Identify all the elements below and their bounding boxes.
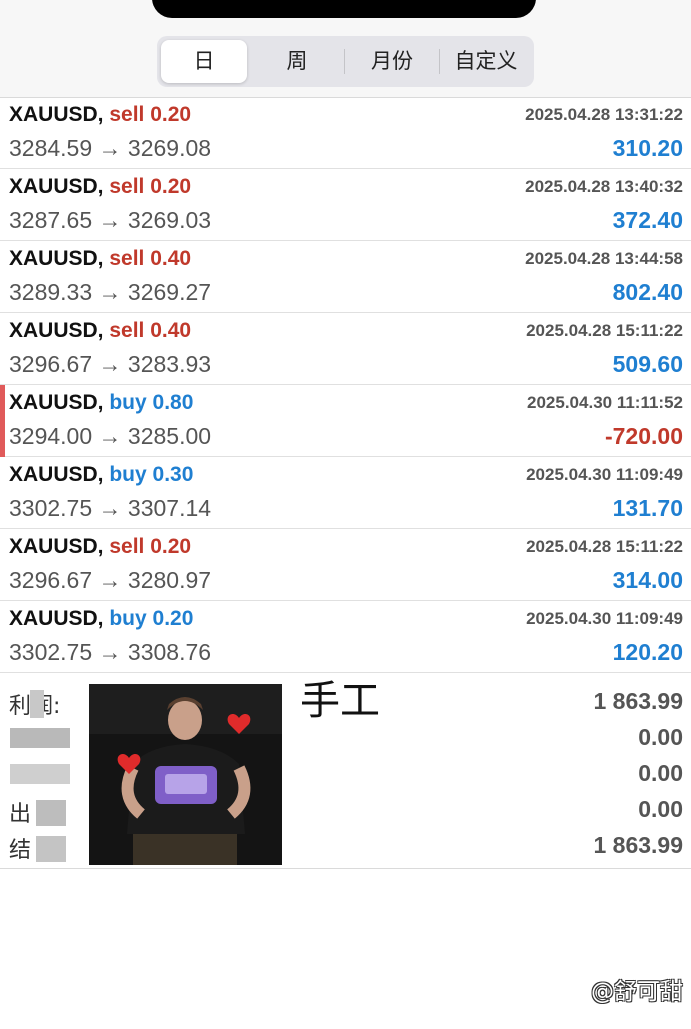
- open-price: 3284.59: [9, 135, 93, 161]
- trade-time: 2025.04.28 13:31:22: [525, 105, 683, 124]
- trade-symbol: XAUUSD,: [9, 391, 104, 414]
- trade-time: 2025.04.28 15:11:22: [526, 321, 683, 340]
- close-price: 3308.76: [127, 639, 212, 665]
- trade-volume: 0.20: [152, 607, 194, 630]
- close-price: 3269.27: [127, 279, 212, 305]
- trade-volume: 0.40: [150, 319, 192, 342]
- arrow-icon: →: [98, 423, 122, 449]
- arrow-icon: →: [98, 207, 122, 233]
- trade-symbol: XAUUSD,: [9, 103, 104, 126]
- trade-time: 2025.04.28 13:40:32: [525, 177, 683, 196]
- close-price: 3283.93: [127, 351, 212, 377]
- trade-side: buy: [109, 607, 147, 630]
- trade-time: 2025.04.28 13:44:58: [525, 249, 683, 268]
- trade-row[interactable]: XAUUSD, sell 0.20 2025.04.28 13:31:22 32…: [0, 97, 691, 169]
- period-segmented-control: 日 周 月份 自定义: [157, 36, 534, 87]
- close-price: 3307.14: [127, 495, 212, 521]
- trade-row[interactable]: XAUUSD, buy 0.30 2025.04.30 11:09:49 330…: [0, 457, 691, 529]
- tab-month[interactable]: 月份: [347, 40, 437, 83]
- trade-volume: 0.40: [150, 247, 192, 270]
- summary-value-balance: 1 863.99: [593, 832, 683, 858]
- segment-divider: [439, 49, 440, 74]
- open-price: 3289.33: [9, 279, 93, 305]
- trade-profit: 120.20: [612, 639, 683, 665]
- trade-volume: 0.20: [150, 103, 192, 126]
- trade-row[interactable]: XAUUSD, sell 0.40 2025.04.28 15:11:22 32…: [0, 313, 691, 385]
- handwritten-note: 手工: [300, 678, 380, 724]
- top-bar: 日 周 月份 自定义: [0, 0, 691, 97]
- trade-symbol: XAUUSD,: [9, 247, 104, 270]
- arrow-icon: →: [98, 351, 122, 377]
- trade-side: sell: [109, 319, 145, 342]
- trade-side: sell: [109, 535, 145, 558]
- summary-label: 出: [9, 802, 32, 827]
- segment-divider: [344, 49, 345, 74]
- trade-symbol: XAUUSD,: [9, 463, 104, 486]
- arrow-icon: →: [98, 135, 122, 161]
- arrow-icon: →: [98, 279, 122, 305]
- trade-profit: 802.40: [612, 279, 683, 305]
- open-price: 3287.65: [9, 207, 93, 233]
- trade-row[interactable]: XAUUSD, sell 0.20 2025.04.28 15:11:22 32…: [0, 529, 691, 601]
- mosaic-blur: [36, 836, 66, 862]
- trade-time: 2025.04.30 11:09:49: [526, 609, 683, 628]
- trade-volume: 0.20: [150, 175, 192, 198]
- summary-value: 0.00: [638, 760, 683, 786]
- tab-custom[interactable]: 自定义: [441, 40, 531, 83]
- arrow-icon: →: [98, 567, 122, 593]
- trade-time: 2025.04.30 11:11:52: [527, 393, 683, 412]
- arrow-icon: →: [98, 639, 122, 665]
- mosaic-blur: [10, 728, 70, 748]
- device-notch: [152, 0, 536, 18]
- summary-value-profit: 1 863.99: [593, 688, 683, 714]
- trade-history-list: XAUUSD, sell 0.20 2025.04.28 13:31:22 32…: [0, 97, 691, 673]
- arrow-icon: →: [98, 495, 122, 521]
- trade-profit: 131.70: [612, 495, 683, 521]
- mosaic-blur: [36, 800, 66, 826]
- trade-profit: 372.40: [612, 207, 683, 233]
- mosaic-blur: [30, 690, 44, 718]
- close-price: 3285.00: [127, 423, 212, 449]
- trade-symbol: XAUUSD,: [9, 319, 104, 342]
- open-price: 3302.75: [9, 495, 93, 521]
- mosaic-blur: [10, 764, 70, 784]
- close-price: 3269.08: [127, 135, 212, 161]
- summary-value: 0.00: [638, 796, 683, 822]
- open-price: 3294.00: [9, 423, 93, 449]
- trade-time: 2025.04.30 11:09:49: [526, 465, 683, 484]
- trade-side: buy: [109, 463, 147, 486]
- close-price: 3269.03: [127, 207, 212, 233]
- summary-value: 0.00: [638, 724, 683, 750]
- tab-day[interactable]: 日: [161, 40, 247, 83]
- trade-time: 2025.04.28 15:11:22: [526, 537, 683, 556]
- trade-side: sell: [109, 103, 145, 126]
- trade-volume: 0.80: [152, 391, 194, 414]
- trade-profit: 314.00: [612, 567, 683, 593]
- trade-side: buy: [109, 391, 147, 414]
- trade-row[interactable]: XAUUSD, buy 0.80 2025.04.30 11:11:52 329…: [0, 385, 691, 457]
- open-price: 3296.67: [9, 567, 93, 593]
- trade-symbol: XAUUSD,: [9, 175, 104, 198]
- trade-side: sell: [109, 247, 145, 270]
- trade-symbol: XAUUSD,: [9, 607, 104, 630]
- open-price: 3302.75: [9, 639, 93, 665]
- trade-row[interactable]: XAUUSD, sell 0.40 2025.04.28 13:44:58 32…: [0, 241, 691, 313]
- trade-row[interactable]: XAUUSD, buy 0.20 2025.04.30 11:09:49 330…: [0, 601, 691, 673]
- watermark: @舒可甜: [591, 979, 683, 1005]
- trade-row[interactable]: XAUUSD, sell 0.20 2025.04.28 13:40:32 32…: [0, 169, 691, 241]
- open-price: 3296.67: [9, 351, 93, 377]
- trade-profit: 310.20: [612, 135, 683, 161]
- trade-volume: 0.30: [152, 463, 194, 486]
- trade-symbol: XAUUSD,: [9, 535, 104, 558]
- tab-week[interactable]: 周: [252, 40, 342, 83]
- summary-label-balance: 结: [9, 838, 32, 863]
- trade-side: sell: [109, 175, 145, 198]
- trade-profit: 509.60: [612, 351, 683, 377]
- sticker-photo: [89, 684, 282, 865]
- trade-volume: 0.20: [150, 535, 192, 558]
- close-price: 3280.97: [127, 567, 212, 593]
- trade-profit: -720.00: [604, 423, 683, 449]
